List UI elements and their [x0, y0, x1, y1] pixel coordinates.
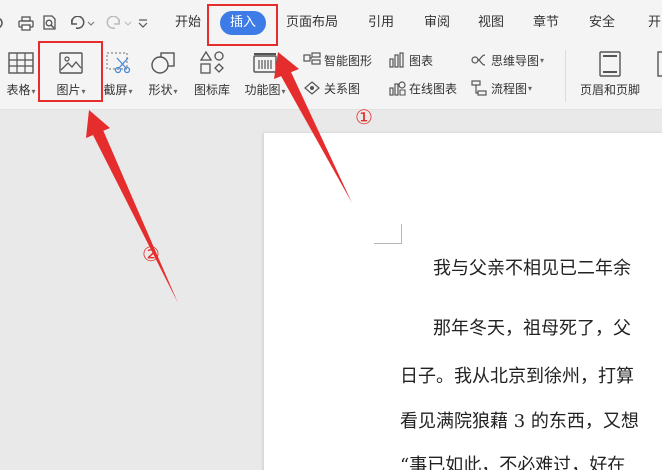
- step-1-marker: ①: [355, 105, 373, 129]
- arrow-to-insert-tab: [281, 72, 352, 203]
- annotation-arrows: [86, 52, 352, 303]
- arrow-to-picture: [93, 130, 178, 303]
- step-2-marker: ②: [142, 242, 160, 266]
